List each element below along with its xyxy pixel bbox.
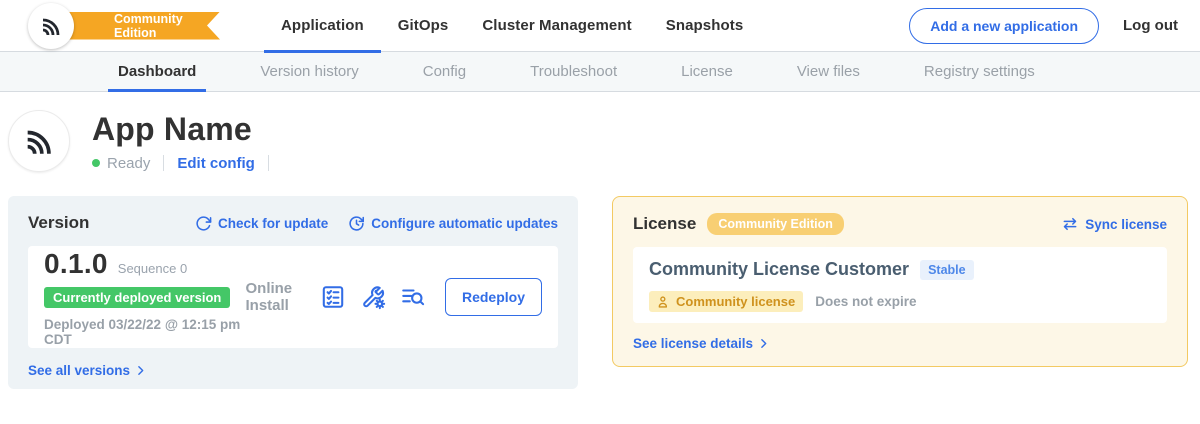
tab-snapshots-label: Snapshots xyxy=(666,17,744,34)
app-status-row: Ready Edit config xyxy=(92,155,282,172)
edition-flag-label: Community Edition xyxy=(114,12,220,40)
community-edition-flag: Community Edition xyxy=(68,12,220,40)
chevron-right-icon xyxy=(757,337,770,350)
customer-row: Community License Customer Stable xyxy=(649,259,1151,280)
subtab-config-label: Config xyxy=(423,63,466,80)
subtab-version-history-label: Version history xyxy=(260,63,358,80)
chevron-right-icon xyxy=(134,364,147,377)
app-subnav: Dashboard Version history Config Trouble… xyxy=(0,52,1200,92)
version-card: Version Check for update xyxy=(8,196,578,389)
subtab-license[interactable]: License xyxy=(671,52,743,91)
community-edition-badge: Community Edition xyxy=(707,213,844,235)
tab-snapshots[interactable]: Snapshots xyxy=(649,0,761,52)
refresh-icon xyxy=(195,215,212,232)
primary-nav-tabs: Application GitOps Cluster Management Sn… xyxy=(264,0,760,52)
license-type-badge: Community license xyxy=(649,291,803,312)
divider xyxy=(163,155,164,171)
edit-config-link[interactable]: Edit config xyxy=(177,155,255,172)
brand-logo-group: Community Edition xyxy=(28,0,220,52)
subtab-version-history[interactable]: Version history xyxy=(250,52,368,91)
divider xyxy=(268,155,269,171)
see-license-details-label: See license details xyxy=(633,336,753,351)
subtab-registry-settings[interactable]: Registry settings xyxy=(914,52,1045,91)
license-details-panel: Community License Customer Stable Commun… xyxy=(633,247,1167,323)
see-license-details-link[interactable]: See license details xyxy=(633,336,1167,351)
view-diff-icon[interactable] xyxy=(400,284,426,310)
license-type-row: Community license Does not expire xyxy=(649,291,1151,312)
sequence-label: Sequence 0 xyxy=(118,261,187,276)
license-type-label: Community license xyxy=(676,294,795,309)
tab-application-label: Application xyxy=(281,17,364,34)
subtab-dashboard-label: Dashboard xyxy=(118,63,196,80)
tab-cluster-management[interactable]: Cluster Management xyxy=(465,0,648,52)
customer-name: Community License Customer xyxy=(649,259,909,280)
version-actions: Online Install xyxy=(245,278,542,316)
sync-license-label: Sync license xyxy=(1085,217,1167,232)
subtab-troubleshoot[interactable]: Troubleshoot xyxy=(520,52,627,91)
version-action-icons xyxy=(320,284,426,310)
subtab-dashboard[interactable]: Dashboard xyxy=(108,52,206,91)
check-for-update-link[interactable]: Check for update xyxy=(195,215,328,232)
current-version-panel: 0.1.0 Sequence 0 Currently deployed vers… xyxy=(28,246,558,348)
configure-automatic-updates-link[interactable]: Configure automatic updates xyxy=(348,215,558,232)
subtab-license-label: License xyxy=(681,63,733,80)
subtab-config[interactable]: Config xyxy=(413,52,476,91)
sync-license-link[interactable]: Sync license xyxy=(1061,215,1167,233)
version-number: 0.1.0 xyxy=(44,248,108,280)
sync-arrows-icon xyxy=(1061,215,1079,233)
dashboard-cards: Version Check for update xyxy=(8,196,1188,389)
status-badge: Ready xyxy=(107,155,150,172)
ready-status-dot xyxy=(92,159,100,167)
preflight-checks-icon[interactable] xyxy=(320,284,346,310)
install-type-label: Online Install xyxy=(245,280,301,314)
currently-deployed-badge: Currently deployed version xyxy=(44,287,230,308)
version-details: 0.1.0 Sequence 0 Currently deployed vers… xyxy=(44,248,245,347)
subtab-view-files[interactable]: View files xyxy=(787,52,870,91)
subtab-troubleshoot-label: Troubleshoot xyxy=(530,63,617,80)
topnav-right-group: Add a new application Log out xyxy=(909,8,1186,44)
auto-update-clock-icon xyxy=(348,215,365,232)
edit-config-wrench-icon[interactable] xyxy=(360,284,386,310)
channel-badge: Stable xyxy=(920,260,974,280)
app-title-block: App Name Ready Edit config xyxy=(92,111,282,172)
license-card: License Community Edition Sync license C… xyxy=(612,196,1188,367)
deployed-timestamp: Deployed 03/22/22 @ 12:15 pm CDT xyxy=(44,317,245,347)
app-logo-icon xyxy=(22,124,56,158)
page-title: App Name xyxy=(92,111,282,148)
redeploy-button[interactable]: Redeploy xyxy=(445,278,542,316)
see-all-versions-label: See all versions xyxy=(28,363,130,378)
app-avatar xyxy=(8,110,70,172)
check-for-update-label: Check for update xyxy=(218,216,328,231)
license-header-links: Sync license xyxy=(1061,215,1167,233)
app-header: App Name Ready Edit config xyxy=(8,110,1200,172)
person-icon xyxy=(657,295,671,309)
license-card-title: License xyxy=(633,214,696,234)
subtab-registry-settings-label: Registry settings xyxy=(924,63,1035,80)
version-header-links: Check for update Configure automatic upd… xyxy=(195,215,558,232)
configure-automatic-updates-label: Configure automatic updates xyxy=(371,216,558,231)
expiry-label: Does not expire xyxy=(815,294,916,309)
replicated-logo-icon xyxy=(39,14,63,38)
tab-application[interactable]: Application xyxy=(264,0,381,52)
tab-cluster-management-label: Cluster Management xyxy=(482,17,631,34)
version-card-title: Version xyxy=(28,213,89,233)
logout-link[interactable]: Log out xyxy=(1123,17,1186,34)
add-new-application-button[interactable]: Add a new application xyxy=(909,8,1099,44)
tab-gitops-label: GitOps xyxy=(398,17,449,34)
subtab-view-files-label: View files xyxy=(797,63,860,80)
version-card-header: Version Check for update xyxy=(28,213,558,233)
license-card-header: License Community Edition Sync license xyxy=(633,213,1167,235)
tab-gitops[interactable]: GitOps xyxy=(381,0,466,52)
top-navbar: Community Edition Application GitOps Clu… xyxy=(0,0,1200,52)
replicated-logo[interactable] xyxy=(28,3,74,49)
see-all-versions-link[interactable]: See all versions xyxy=(28,363,558,378)
